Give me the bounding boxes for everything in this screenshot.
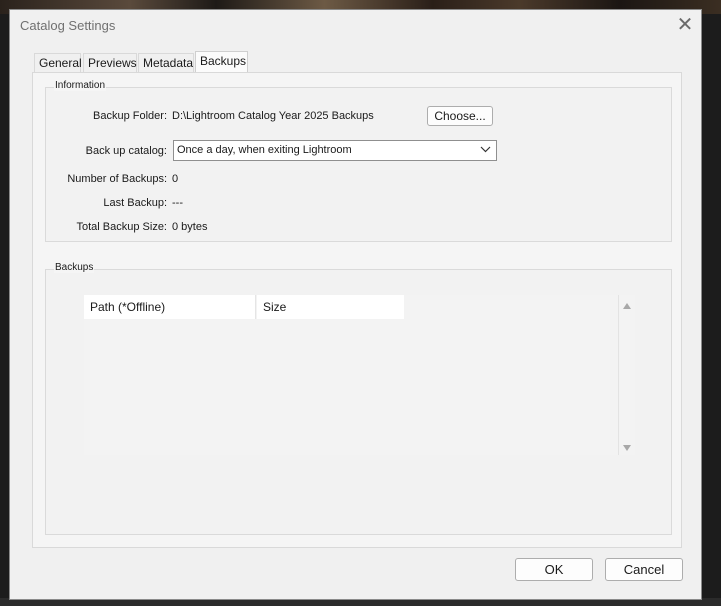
close-button[interactable]: ✕ xyxy=(675,15,695,35)
tab-general[interactable]: General xyxy=(34,53,82,73)
ok-button[interactable]: OK xyxy=(515,558,593,581)
scroll-down-icon[interactable] xyxy=(622,442,632,452)
backup-catalog-label: Back up catalog: xyxy=(85,145,167,157)
total-backup-size-label: Total Backup Size: xyxy=(76,221,168,233)
column-header-size[interactable]: Size xyxy=(257,295,404,319)
close-icon: ✕ xyxy=(676,14,694,36)
tab-metadata[interactable]: Metadata xyxy=(138,53,194,73)
backup-catalog-value: Once a day, when exiting Lightroom xyxy=(177,144,352,156)
catalog-settings-dialog: Catalog Settings ✕ General Previews Meta… xyxy=(9,9,702,600)
backups-legend: Backups xyxy=(54,262,95,273)
number-of-backups-label: Number of Backups: xyxy=(67,173,167,185)
choose-button[interactable]: Choose... xyxy=(427,106,493,126)
backup-catalog-select[interactable]: Once a day, when exiting Lightroom xyxy=(173,140,497,161)
scroll-up-icon[interactable] xyxy=(622,300,632,310)
last-backup-label: Last Backup: xyxy=(103,197,167,209)
tab-backups[interactable]: Backups xyxy=(195,51,248,73)
cancel-button[interactable]: Cancel xyxy=(605,558,683,581)
tab-previews[interactable]: Previews xyxy=(83,53,137,73)
backups-table: Path (*Offline) Size xyxy=(84,295,620,455)
column-header-path[interactable]: Path (*Offline) xyxy=(84,295,256,319)
number-of-backups-value: 0 xyxy=(172,173,179,185)
total-backup-size-value: 0 bytes xyxy=(172,221,208,233)
backups-panel: Information Backup Folder: D:\Lightroom … xyxy=(32,72,682,548)
information-group: Information Backup Folder: D:\Lightroom … xyxy=(45,80,672,242)
backups-scrollbar[interactable] xyxy=(618,295,635,455)
information-legend: Information xyxy=(54,80,107,91)
last-backup-value: --- xyxy=(172,197,183,209)
backup-folder-label: Backup Folder: xyxy=(93,110,167,122)
dialog-title: Catalog Settings xyxy=(20,18,116,33)
chevron-down-icon xyxy=(480,144,491,158)
backup-folder-value: D:\Lightroom Catalog Year 2025 Backups xyxy=(172,110,374,122)
title-bar: Catalog Settings ✕ xyxy=(10,10,701,40)
backups-group: Backups Path (*Offline) Size xyxy=(45,262,672,535)
